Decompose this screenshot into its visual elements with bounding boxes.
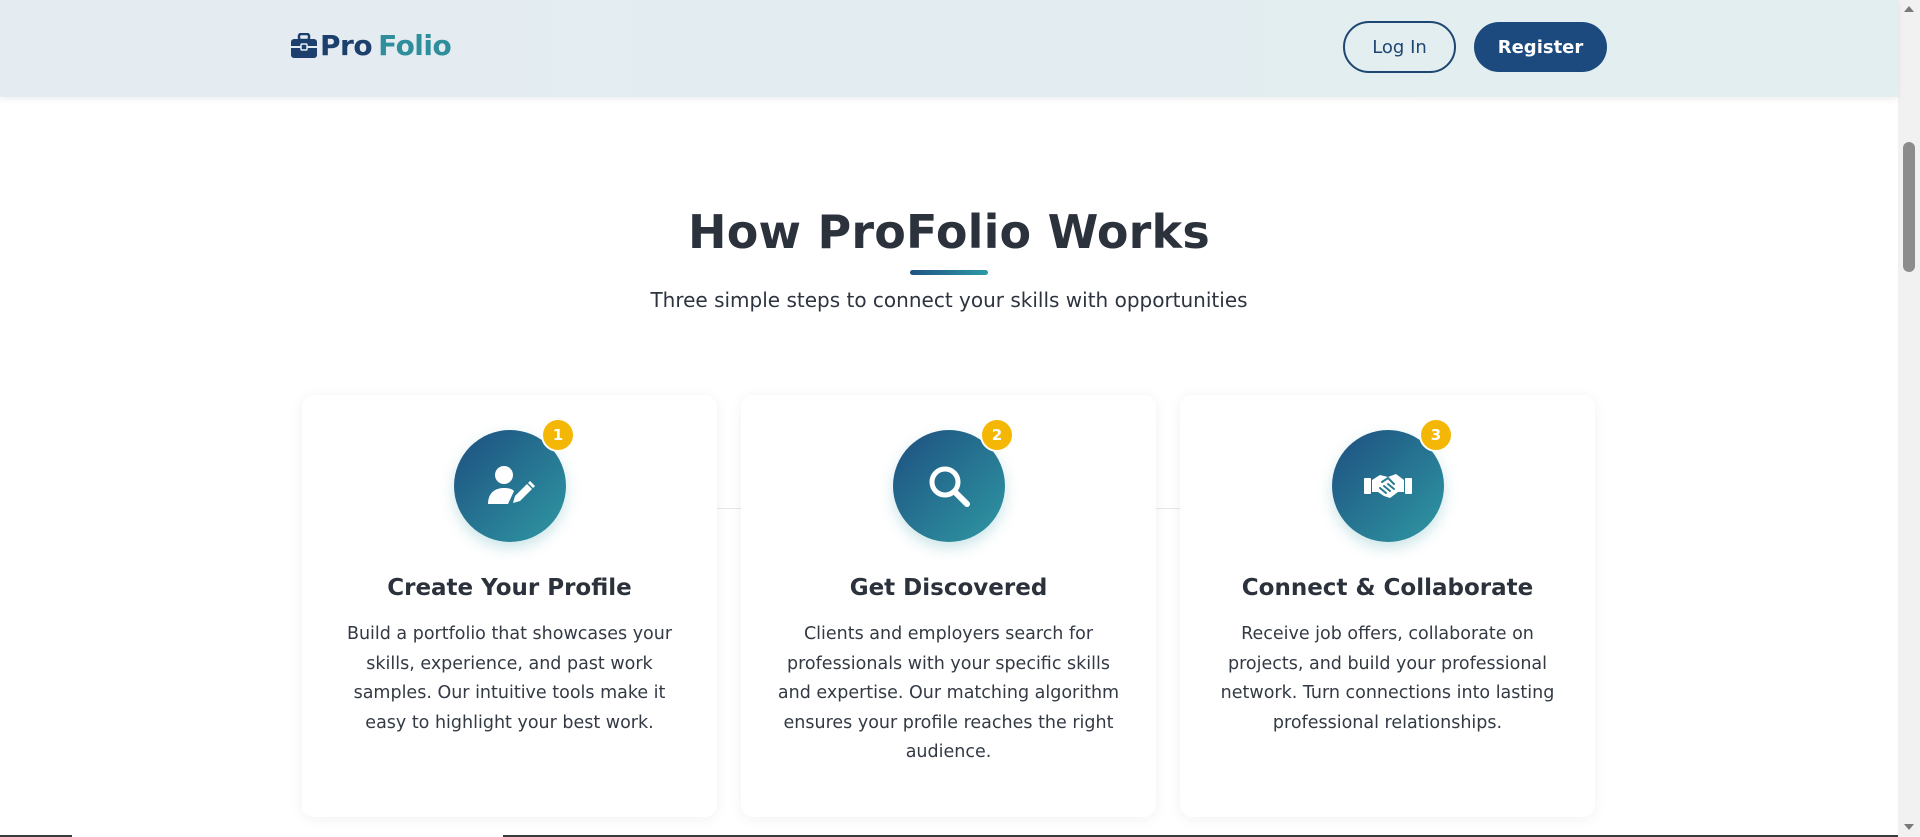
step-title: Create Your Profile [387, 575, 632, 601]
scroll-down-icon[interactable] [1904, 824, 1914, 830]
scrollbar-thumb[interactable] [1903, 142, 1915, 272]
step-description: Receive job offers, collaborate on proje… [1220, 624, 1555, 733]
section-subtitle: Three simple steps to connect your skill… [650, 288, 1248, 312]
step-number-badge: 2 [980, 418, 1014, 452]
step-number-badge: 3 [1419, 418, 1453, 452]
handshake-icon [1364, 474, 1412, 498]
step-description: Clients and employers search for profess… [777, 624, 1120, 762]
page-scrollbar[interactable] [1898, 0, 1920, 837]
logo-text-folio: Folio [378, 29, 452, 62]
user-edit-icon [488, 466, 535, 504]
search-icon [929, 466, 970, 507]
section-title: How ProFolio Works [688, 205, 1210, 259]
step-connector [1155, 508, 1180, 509]
step-number-badge: 1 [541, 418, 575, 452]
briefcase-icon [291, 32, 317, 58]
profolio-logo[interactable]: Pro Folio [290, 29, 452, 62]
step-card-get-discovered: 2 Get Discovered Clients and employers s… [741, 395, 1156, 817]
step-card-connect-collaborate: 3 Connect & Collaborate Receive job offe… [1180, 395, 1595, 817]
step-connector [716, 508, 741, 509]
register-button[interactable]: Register [1474, 22, 1607, 72]
site-header: Pro Folio Log In Register [0, 0, 1898, 97]
step-title: Get Discovered [849, 575, 1048, 601]
step-description: Build a portfolio that showcases your sk… [346, 624, 673, 733]
login-button[interactable]: Log In [1343, 21, 1456, 73]
scroll-up-icon[interactable] [1904, 6, 1914, 12]
step-card-create-profile: 1 Create Your Profile Build a portfolio … [302, 395, 717, 817]
title-underline [910, 270, 988, 275]
step-title: Connect & Collaborate [1241, 575, 1534, 601]
logo-text-pro: Pro [320, 29, 373, 62]
